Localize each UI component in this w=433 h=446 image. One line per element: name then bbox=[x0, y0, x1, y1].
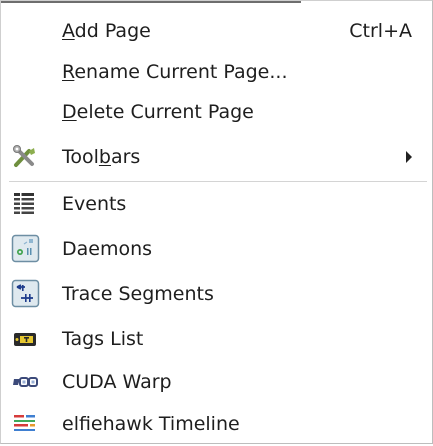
menu-item-toolbars[interactable]: Toolbars bbox=[1, 135, 432, 179]
menu-item-events[interactable]: Events bbox=[1, 182, 432, 226]
menu-item-label: CUDA Warp bbox=[62, 371, 172, 393]
menu-item-shortcut: Ctrl+A bbox=[349, 20, 412, 42]
menu-item-add-page[interactable]: Add Page Ctrl+A bbox=[1, 9, 432, 53]
menu-item-label: Trace Segments bbox=[62, 283, 214, 305]
menu-top-border bbox=[1, 1, 301, 3]
cuda-warp-icon bbox=[11, 368, 39, 396]
submenu-arrow-icon bbox=[406, 151, 412, 163]
menu-item-rename-current-page[interactable]: Rename Current Page... bbox=[1, 50, 432, 94]
menu-item-label: Toolbars bbox=[62, 146, 141, 168]
menu-item-tags-list[interactable]: Tags List bbox=[1, 317, 432, 361]
menu-item-label: Daemons bbox=[62, 238, 153, 260]
menu-item-cuda-warp[interactable]: CUDA Warp bbox=[1, 360, 432, 404]
menu-item-label: Add Page bbox=[62, 20, 151, 42]
menu-item-label: Tags List bbox=[62, 328, 144, 350]
menu-item-label: Rename Current Page... bbox=[62, 61, 288, 83]
menu-item-elfiehawk-timeline[interactable]: elfiehawk Timeline bbox=[1, 402, 432, 446]
menu-item-label: elfiehawk Timeline bbox=[62, 413, 240, 435]
menu-item-trace-segments[interactable]: Trace Segments bbox=[1, 272, 432, 316]
timeline-icon bbox=[11, 410, 39, 438]
menu-item-daemons[interactable]: Daemons bbox=[1, 227, 432, 271]
events-list-icon bbox=[11, 190, 39, 218]
menu-item-label: Delete Current Page bbox=[62, 101, 254, 123]
daemons-icon bbox=[11, 234, 40, 263]
trace-segments-icon bbox=[11, 279, 40, 308]
tools-icon bbox=[11, 143, 39, 171]
context-menu: Add Page Ctrl+A Rename Current Page... D… bbox=[0, 0, 433, 444]
menu-item-delete-current-page[interactable]: Delete Current Page bbox=[1, 90, 432, 134]
menu-item-label: Events bbox=[62, 193, 127, 215]
tags-list-icon bbox=[11, 325, 39, 353]
